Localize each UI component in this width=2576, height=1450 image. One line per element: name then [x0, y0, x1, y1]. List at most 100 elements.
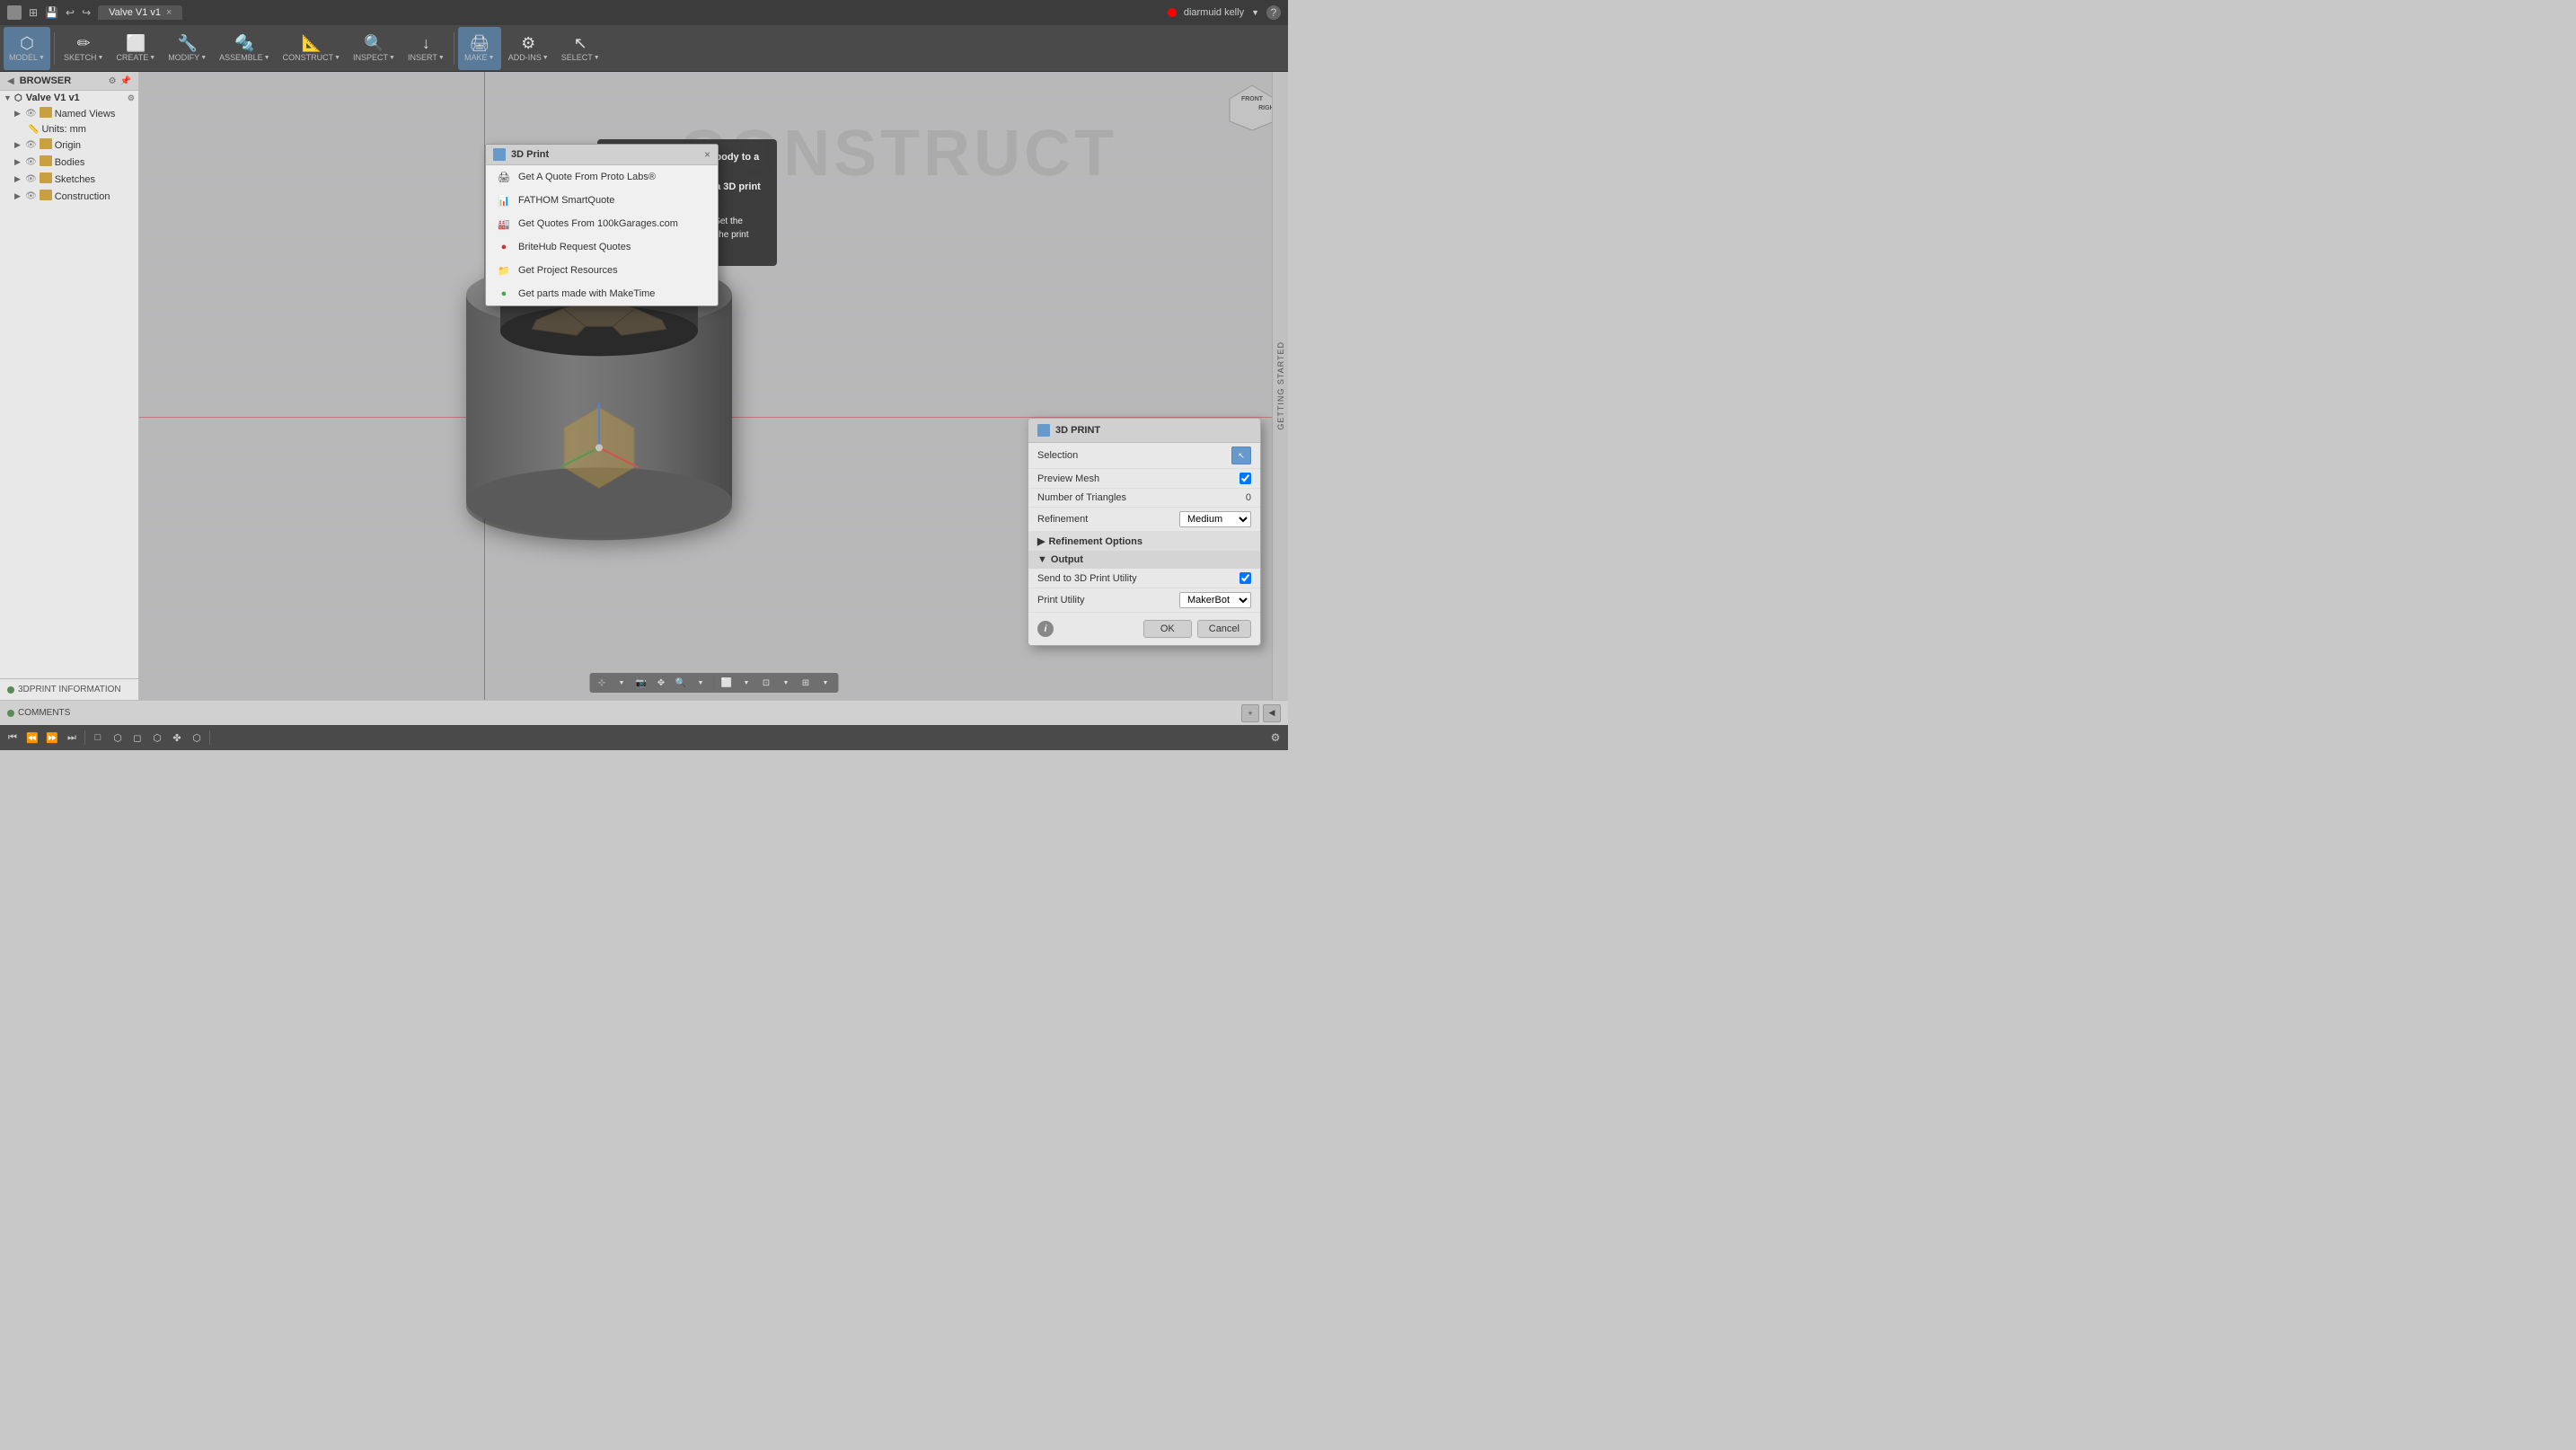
- fathom-label: FATHOM SmartQuote: [518, 195, 614, 206]
- dropdown-close-button[interactable]: ×: [704, 148, 710, 161]
- construct-tool[interactable]: 📐 CONSTRUCT▼: [278, 27, 346, 70]
- tree-root[interactable]: ▼ ⬡ Valve V1 v1 ⚙: [0, 91, 138, 105]
- title-bar: ⊞ 💾 ↩ ↪ Valve V1 v1 × diarmuid kelly ▼ ?: [0, 0, 1288, 25]
- comments-add-button[interactable]: +: [1241, 704, 1259, 722]
- sidebar: ◀ BROWSER ⚙ 📌 ▼ ⬡ Valve V1 v1 ⚙ ▶ 👁 Name…: [0, 72, 139, 700]
- display-tool[interactable]: ⊡: [757, 675, 775, 691]
- dropdown-title: 3D Print: [511, 149, 549, 160]
- snap-tool[interactable]: ⊹: [593, 675, 611, 691]
- num-triangles-value: 0: [1246, 492, 1251, 503]
- menu-item-maketime[interactable]: ● Get parts made with MakeTime: [486, 282, 718, 305]
- ok-button[interactable]: OK: [1143, 620, 1192, 638]
- send-to-row: Send to 3D Print Utility: [1028, 569, 1260, 588]
- grid-tool[interactable]: ⊞: [797, 675, 815, 691]
- comments-collapse-button[interactable]: ◀: [1263, 704, 1281, 722]
- zoom-arrow[interactable]: ▼: [692, 675, 710, 691]
- sidebar-settings-icon[interactable]: ⚙: [109, 76, 117, 86]
- sidebar-collapse-button[interactable]: ◀: [7, 76, 14, 86]
- pan-tool[interactable]: ✥: [652, 675, 670, 691]
- menu-item-project-resources[interactable]: 📁 Get Project Resources: [486, 259, 718, 282]
- sketches-expand[interactable]: ▶: [14, 174, 25, 184]
- send-to-checkbox[interactable]: [1239, 572, 1251, 584]
- snap-arrow[interactable]: ▼: [613, 675, 631, 691]
- menu-item-britehub[interactable]: ● BriteHub Request Quotes: [486, 235, 718, 259]
- select-tool[interactable]: ↖ SELECT▼: [556, 27, 605, 70]
- modify-tool[interactable]: 🔧 MODIFY▼: [163, 27, 212, 70]
- assemble-tool[interactable]: 🔩 ASSEMBLE▼: [214, 27, 275, 70]
- sidebar-item-bodies[interactable]: ▶ 👁 Bodies: [0, 154, 138, 171]
- view-cube[interactable]: FRONT RIGHT: [1225, 81, 1279, 135]
- zoom-tool[interactable]: 🔍: [672, 675, 690, 691]
- display-arrow[interactable]: ▼: [777, 675, 795, 691]
- selection-mode-button[interactable]: □: [89, 729, 107, 747]
- preview-mesh-row: Preview Mesh: [1028, 469, 1260, 489]
- insert-tool[interactable]: ↓ INSERT▼: [402, 27, 450, 70]
- face-mode-button[interactable]: ✤: [168, 729, 186, 747]
- inspect-tool[interactable]: 🔍 INSPECT▼: [348, 27, 401, 70]
- getting-started-panel[interactable]: GETTING STARTED: [1272, 72, 1288, 700]
- tab-close-button[interactable]: ×: [166, 7, 172, 18]
- make-tool[interactable]: 🖨 MAKE▼: [458, 27, 501, 70]
- named-views-expand[interactable]: ▶: [14, 109, 25, 119]
- model-tool[interactable]: ⬡ MODEL▼: [4, 27, 50, 70]
- addins-tool[interactable]: ⚙ ADD-INS▼: [503, 27, 554, 70]
- body-mode-button[interactable]: ◻: [128, 729, 146, 747]
- cancel-button[interactable]: Cancel: [1197, 620, 1251, 638]
- main-toolbar: ⬡ MODEL▼ ✏ SKETCH▼ ⬜ CREATE▼ 🔧 MODIFY▼ 🔩…: [0, 25, 1288, 72]
- dropdown-header: 3D Print ×: [486, 145, 718, 165]
- menu-item-100kgarages[interactable]: 🏭 Get Quotes From 100kGarages.com: [486, 212, 718, 235]
- inspect-label: INSPECT▼: [353, 53, 395, 62]
- refinement-options-expander[interactable]: ▶ Refinement Options: [1028, 532, 1260, 551]
- units-label: Units: mm: [41, 124, 135, 135]
- viewport[interactable]: CONSTRUCT: [139, 72, 1288, 700]
- sidebar-item-origin[interactable]: ▶ 👁 Origin: [0, 137, 138, 154]
- skip-back-button[interactable]: ⏮: [4, 729, 22, 747]
- comments-dot: [7, 710, 14, 717]
- save-icon[interactable]: 💾: [45, 6, 58, 19]
- panel-info-button[interactable]: i: [1037, 621, 1054, 637]
- sidebar-item-construction[interactable]: ▶ 👁 Construction: [0, 188, 138, 205]
- root-expand-icon[interactable]: ▼: [4, 93, 14, 102]
- grid-icon[interactable]: ⊞: [29, 6, 38, 19]
- sketch-tool[interactable]: ✏ SKETCH▼: [58, 27, 109, 70]
- settings-button[interactable]: ⚙: [1266, 729, 1284, 747]
- menu-item-fathom[interactable]: 📊 FATHOM SmartQuote: [486, 189, 718, 212]
- help-button[interactable]: ?: [1266, 5, 1281, 20]
- sidebar-item-named-views[interactable]: ▶ 👁 Named Views: [0, 105, 138, 122]
- grid-arrow[interactable]: ▼: [816, 675, 834, 691]
- sidebar-pin-icon[interactable]: 📌: [120, 76, 131, 86]
- skip-forward-button[interactable]: ⏭: [63, 729, 81, 747]
- user-arrow[interactable]: ▼: [1251, 8, 1259, 17]
- create-tool[interactable]: ⬜ CREATE▼: [110, 27, 161, 70]
- viewport-bottom-toolbar: ⊹ ▼ 📷 ✥ 🔍 ▼ ⬜ ▼ ⊡ ▼ ⊞ ▼: [589, 673, 838, 693]
- construction-expand[interactable]: ▶: [14, 191, 25, 201]
- step-back-button[interactable]: ⏪: [23, 729, 41, 747]
- camera-tool[interactable]: 📷: [632, 675, 650, 691]
- bodies-expand[interactable]: ▶: [14, 157, 25, 167]
- step-forward-button[interactable]: ⏩: [43, 729, 61, 747]
- edge-mode-button[interactable]: ⬡: [188, 729, 206, 747]
- sketch-mode-button[interactable]: ⬡: [109, 729, 127, 747]
- recording-indicator: [1168, 8, 1177, 17]
- preview-mesh-checkbox[interactable]: [1239, 473, 1251, 484]
- view-cube-svg: FRONT RIGHT: [1225, 81, 1279, 135]
- refinement-select[interactable]: Medium: [1179, 511, 1251, 527]
- menu-item-proto-labs[interactable]: 🖨 Get A Quote From Proto Labs®: [486, 165, 718, 189]
- bodies-label: Bodies: [55, 157, 135, 168]
- num-triangles-label: Number of Triangles: [1037, 492, 1240, 503]
- output-expander[interactable]: ▼ Output: [1028, 551, 1260, 569]
- redo-icon[interactable]: ↪: [82, 6, 91, 19]
- origin-expand[interactable]: ▶: [14, 140, 25, 150]
- selection-button[interactable]: ↖: [1231, 446, 1251, 464]
- print-utility-select[interactable]: MakerBot: [1179, 592, 1251, 608]
- assemble-label: ASSEMBLE▼: [219, 53, 269, 62]
- view-mode-arrow[interactable]: ▼: [737, 675, 755, 691]
- sidebar-item-units[interactable]: 📏 Units: mm: [0, 122, 138, 137]
- view-mode-tool[interactable]: ⬜: [718, 675, 736, 691]
- addins-label: ADD-INS▼: [508, 53, 549, 62]
- sidebar-item-sketches[interactable]: ▶ 👁 Sketches: [0, 171, 138, 188]
- undo-icon[interactable]: ↩: [66, 6, 75, 19]
- component-mode-button[interactable]: ⬡: [148, 729, 166, 747]
- active-tab[interactable]: Valve V1 v1 ×: [98, 5, 182, 20]
- bodies-eye-icon: 👁: [25, 157, 37, 167]
